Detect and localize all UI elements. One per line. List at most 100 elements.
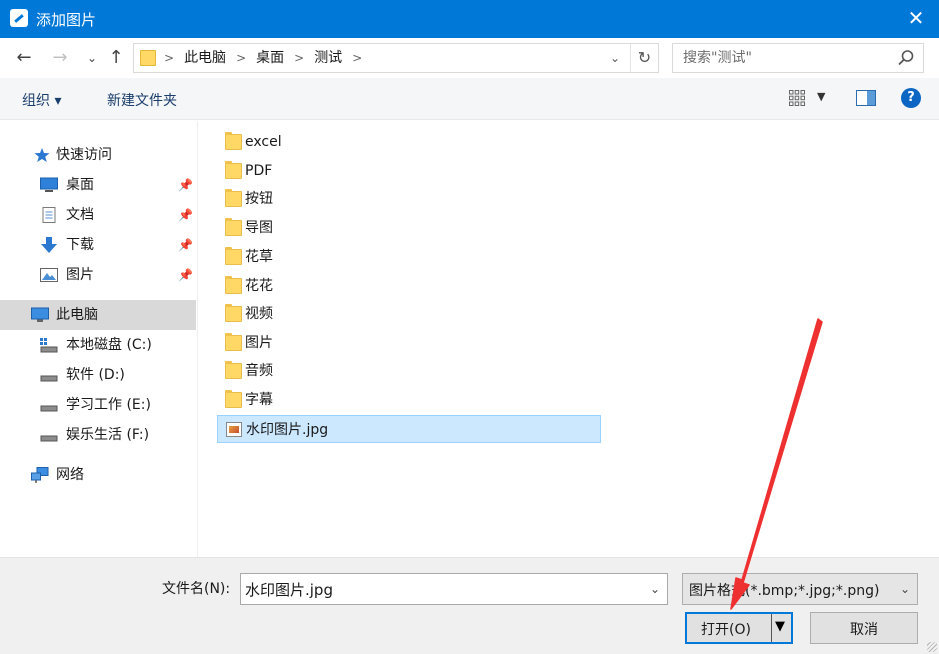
sidebar-item-this-pc[interactable]: 此电脑: [0, 300, 196, 330]
sidebar-item-quick-access[interactable]: 快速访问: [0, 140, 196, 170]
list-item-folder[interactable]: PDF: [217, 157, 601, 185]
breadcrumb-separator-chevron-icon[interactable]: >: [294, 44, 304, 72]
file-name: 导图: [245, 220, 273, 236]
sidebar-item-label: 娱乐生活 (F:): [66, 427, 150, 443]
open-button-label: 打开(O): [701, 622, 751, 638]
file-type-filter-select[interactable]: 图片格式(*.bmp;*.jpg;*.png) ⌄: [682, 573, 918, 605]
sidebar-item-desktop[interactable]: 桌面 📌: [0, 170, 196, 200]
folder-icon: [225, 189, 242, 207]
search-box[interactable]: [672, 43, 924, 73]
folder-icon: [225, 333, 242, 351]
new-folder-button[interactable]: 新建文件夹: [107, 90, 177, 110]
folder-icon: [225, 247, 242, 265]
search-input[interactable]: [683, 48, 883, 68]
list-item-image-file[interactable]: 水印图片.jpg: [217, 415, 601, 443]
list-item-folder[interactable]: 视频: [217, 300, 601, 328]
sidebar-item-downloads[interactable]: 下载 📌: [0, 230, 196, 260]
filename-dropdown-chevron-icon[interactable]: ⌄: [645, 574, 665, 604]
list-item-folder[interactable]: 按钮: [217, 185, 601, 213]
sidebar-item-network[interactable]: 网络: [0, 460, 196, 490]
list-item-folder[interactable]: 图片: [217, 329, 601, 357]
app-icon: [10, 9, 28, 27]
command-toolbar: 组织 ▾ 新建文件夹 ▼ ?: [0, 78, 939, 120]
view-dropdown-icon[interactable]: ▼: [817, 90, 825, 103]
file-name: PDF: [245, 163, 273, 179]
cancel-button[interactable]: 取消: [810, 612, 918, 644]
drive-icon: [40, 375, 58, 382]
filename-label: 文件名(N):: [162, 581, 231, 597]
document-icon: [42, 207, 56, 223]
breadcrumb-separator-chevron-icon[interactable]: >: [164, 44, 174, 72]
breadcrumb-desktop[interactable]: 桌面: [256, 44, 284, 72]
drive-icon: [40, 405, 58, 412]
file-name: 图片: [245, 335, 273, 351]
address-bar[interactable]: > 此电脑 > 桌面 > 测试 > ⌄ ↻: [133, 43, 659, 73]
title-bar: 添加图片 ✕: [0, 0, 939, 38]
breadcrumb-test[interactable]: 测试: [314, 44, 342, 72]
sidebar-item-label: 本地磁盘 (C:): [66, 337, 152, 353]
sidebar-item-label: 软件 (D:): [66, 367, 125, 383]
address-dropdown-chevron-icon[interactable]: ⌄: [606, 44, 624, 72]
preview-pane-icon[interactable]: [856, 90, 876, 106]
file-name: excel: [245, 134, 282, 150]
list-item-folder[interactable]: 导图: [217, 214, 601, 242]
list-item-folder[interactable]: 音频: [217, 357, 601, 385]
sidebar-item-label: 网络: [56, 467, 84, 483]
open-button-divider: [771, 614, 772, 642]
sidebar-item-drive-f[interactable]: 娱乐生活 (F:): [0, 420, 196, 450]
computer-icon: [31, 307, 49, 322]
sidebar-item-pictures[interactable]: 图片 📌: [0, 260, 196, 290]
breadcrumb-separator-chevron-icon[interactable]: >: [236, 44, 246, 72]
sidebar-item-label: 快速访问: [56, 147, 112, 163]
list-item-folder[interactable]: excel: [217, 128, 601, 156]
drive-icon: [40, 435, 58, 442]
list-item-folder[interactable]: 字幕: [217, 386, 601, 414]
system-drive-icon: [40, 338, 58, 353]
breadcrumb-separator-chevron-icon[interactable]: >: [352, 44, 362, 72]
file-name: 音频: [245, 363, 273, 379]
back-arrow-icon[interactable]: ←: [12, 46, 36, 70]
folder-icon: [225, 161, 242, 179]
sidebar-item-label: 图片: [66, 267, 94, 283]
file-name: 花草: [245, 249, 273, 265]
close-icon[interactable]: ✕: [893, 0, 939, 38]
star-icon: [34, 148, 50, 162]
folder-icon: [225, 218, 242, 236]
list-item-folder[interactable]: 花花: [217, 272, 601, 300]
filename-combobox[interactable]: ⌄: [240, 573, 668, 605]
sidebar-item-label: 此电脑: [56, 307, 98, 323]
pin-icon[interactable]: 📌: [178, 200, 193, 230]
refresh-icon[interactable]: ↻: [630, 44, 658, 72]
sidebar-item-documents[interactable]: 文档 📌: [0, 200, 196, 230]
forward-arrow-icon[interactable]: →: [48, 46, 72, 70]
file-name: 视频: [245, 306, 273, 322]
cancel-button-label: 取消: [850, 622, 878, 638]
file-dialog-footer: 文件名(N): ⌄ 图片格式(*.bmp;*.jpg;*.png) ⌄ 打开(O…: [0, 557, 939, 654]
open-button[interactable]: 打开(O) ▼: [685, 612, 793, 644]
list-item-folder[interactable]: 花草: [217, 243, 601, 271]
organize-menu[interactable]: 组织 ▾: [22, 90, 61, 110]
folder-icon: [225, 276, 242, 294]
pin-icon[interactable]: 📌: [178, 170, 193, 200]
desktop-icon: [40, 177, 58, 192]
up-arrow-icon[interactable]: ↑: [104, 46, 128, 70]
sidebar-item-label: 桌面: [66, 177, 94, 193]
sidebar-item-drive-e[interactable]: 学习工作 (E:): [0, 390, 196, 420]
view-options-grid-icon[interactable]: [788, 89, 806, 107]
sidebar-item-label: 学习工作 (E:): [66, 397, 151, 413]
breadcrumb-this-pc[interactable]: 此电脑: [184, 44, 226, 72]
sidebar-item-drive-c[interactable]: 本地磁盘 (C:): [0, 330, 196, 360]
file-type-filter-value: 图片格式(*.bmp;*.jpg;*.png): [689, 583, 880, 599]
filename-input[interactable]: [245, 579, 635, 599]
search-icon[interactable]: [897, 49, 915, 67]
image-file-icon: [226, 422, 242, 437]
recent-locations-chevron-icon[interactable]: ⌄: [80, 46, 104, 70]
open-options-arrow-icon[interactable]: ▼: [775, 619, 785, 634]
sidebar-item-drive-d[interactable]: 软件 (D:): [0, 360, 196, 390]
file-list[interactable]: excel PDF 按钮 导图 花草 花花 视频 图片 音频 字幕 水印图片.j…: [199, 121, 939, 557]
pin-icon[interactable]: 📌: [178, 230, 193, 260]
resize-grip[interactable]: [927, 642, 937, 652]
pin-icon[interactable]: 📌: [178, 260, 193, 290]
help-icon[interactable]: ?: [901, 88, 921, 108]
filter-dropdown-chevron-icon[interactable]: ⌄: [895, 574, 915, 604]
